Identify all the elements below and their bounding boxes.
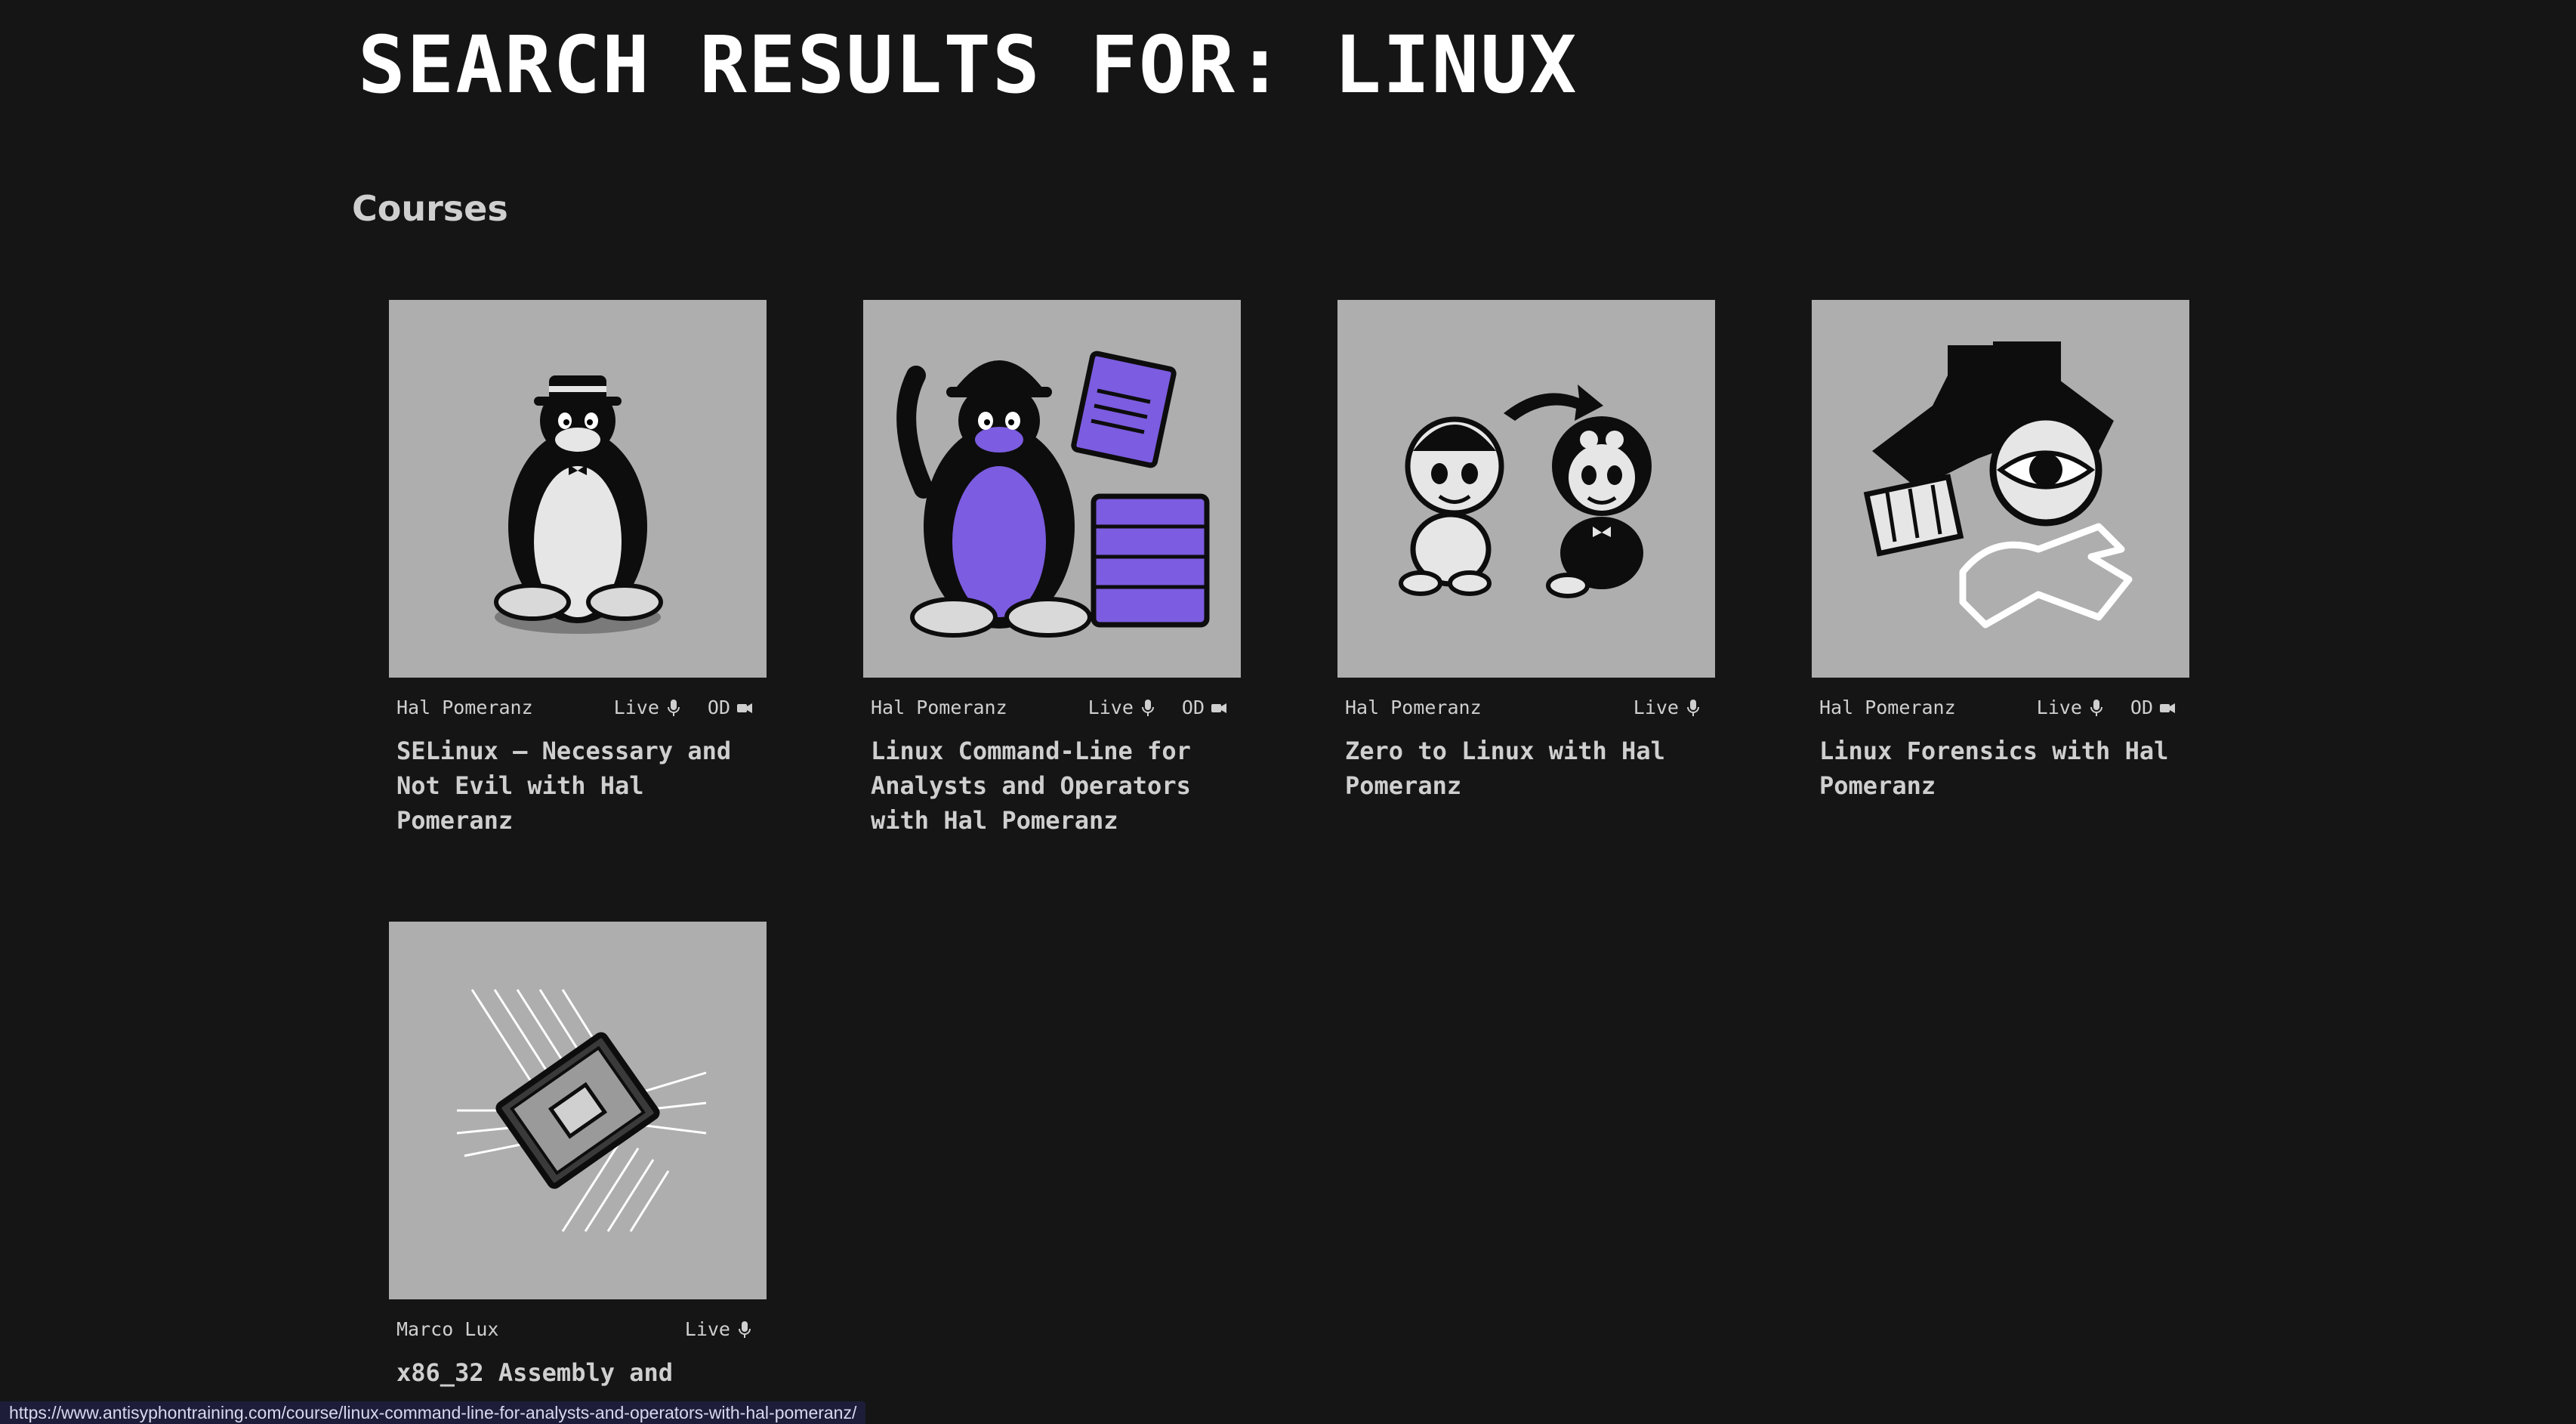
on-demand-badge-label: OD	[2130, 697, 2153, 718]
video-camera-icon	[736, 698, 753, 718]
live-badge-label: Live	[613, 697, 659, 718]
course-title[interactable]: Zero to Linux with Hal Pomeranz	[1345, 734, 1708, 803]
on-demand-badge-label: OD	[1181, 697, 1205, 718]
course-card[interactable]: Hal Pomeranz Live OD Linux Forensics wit…	[1812, 300, 2189, 803]
status-bar-url: https://www.antisyphontraining.com/cours…	[0, 1401, 866, 1424]
video-camera-icon	[2159, 698, 2176, 718]
microphone-icon	[1685, 698, 1701, 718]
penguin-with-documents-icon	[896, 351, 1210, 638]
course-author: Hal Pomeranz	[1345, 697, 1482, 718]
live-badge-label: Live	[1633, 697, 1679, 718]
search-results-page: SEARCH RESULTS FOR: LINUX Courses Hal Po…	[0, 0, 2576, 1424]
course-thumbnail[interactable]	[389, 922, 767, 1299]
course-card[interactable]: Hal Pomeranz Live OD SELinux – Necessary…	[389, 300, 767, 838]
microphone-icon	[665, 698, 682, 718]
live-badge-label: Live	[2036, 697, 2082, 718]
video-camera-icon	[1211, 698, 1227, 718]
course-title[interactable]: Linux Command-Line for Analysts and Oper…	[871, 734, 1233, 838]
page-title: SEARCH RESULTS FOR: LINUX	[358, 19, 1578, 111]
courses-heading: Courses	[352, 188, 508, 229]
microphone-icon	[736, 1320, 753, 1339]
detective-eye-icon	[1863, 341, 2133, 629]
course-thumbnail[interactable]	[863, 300, 1241, 678]
course-thumbnail[interactable]	[1337, 300, 1715, 678]
course-title[interactable]: x86_32 Assembly and	[396, 1355, 759, 1390]
course-title[interactable]: SELinux – Necessary and Not Evil with Ha…	[396, 734, 759, 838]
cpu-chip-icon	[456, 989, 707, 1232]
course-card[interactable]: Marco Lux Live x86_32 Assembly and	[389, 922, 767, 1390]
course-thumbnail[interactable]	[1812, 300, 2189, 678]
course-card[interactable]: Hal Pomeranz Live Zero to Linux with Hal…	[1337, 300, 1715, 803]
on-demand-badge-label: OD	[707, 697, 730, 718]
course-card[interactable]: Hal Pomeranz Live OD Linux Command-Line …	[863, 300, 1241, 838]
course-thumbnail[interactable]	[389, 300, 767, 678]
course-author: Hal Pomeranz	[396, 697, 533, 718]
course-author: Hal Pomeranz	[871, 697, 1007, 718]
course-title[interactable]: Linux Forensics with Hal Pomeranz	[1819, 734, 2182, 803]
microphone-icon	[1140, 698, 1156, 718]
penguin-with-hat-icon	[494, 375, 663, 634]
live-badge-label: Live	[1087, 697, 1134, 718]
babies-illustration-icon	[1399, 385, 1652, 598]
course-author: Marco Lux	[396, 1318, 499, 1340]
course-author: Hal Pomeranz	[1819, 697, 1956, 718]
live-badge-label: Live	[684, 1318, 730, 1340]
microphone-icon	[2088, 698, 2105, 718]
